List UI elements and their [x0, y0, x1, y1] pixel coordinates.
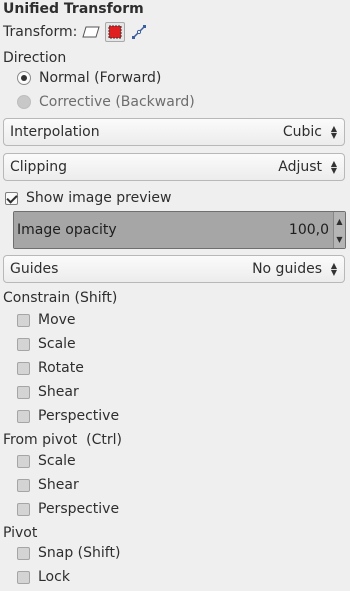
pivot-label: Pivot: [3, 525, 38, 541]
checkbox-unchecked-icon: [17, 546, 30, 560]
guides-value: No guides: [252, 261, 322, 277]
checkbox-checked-icon: [5, 191, 18, 205]
transform-selection-button[interactable]: [105, 22, 126, 42]
clipping-label: Clipping: [10, 159, 67, 175]
direction-label: Direction: [3, 50, 67, 66]
interpolation-value: Cubic: [282, 124, 322, 140]
selection-icon: [108, 25, 122, 39]
checkbox-unchecked-icon: [17, 502, 30, 516]
tool-title: Unified Transform: [3, 1, 144, 17]
from-pivot-shear-label: Shear: [38, 477, 79, 493]
show-image-preview-label: Show image preview: [26, 190, 172, 206]
constrain-rotate-label: Rotate: [38, 360, 84, 376]
constrain-shear-checkbox[interactable]: Shear: [17, 384, 79, 400]
clipping-value: Adjust: [278, 159, 322, 175]
checkbox-unchecked-icon: [17, 385, 30, 399]
from-pivot-perspective-label: Perspective: [38, 501, 120, 517]
constrain-move-label: Move: [38, 312, 76, 328]
constrain-shear-label: Shear: [38, 384, 79, 400]
from-pivot-shear-checkbox[interactable]: Shear: [17, 477, 79, 493]
pivot-snap-label: Snap (Shift): [38, 545, 121, 561]
checkbox-unchecked-icon: [17, 313, 30, 327]
spin-arrows-icon: ▲ ▼: [330, 159, 338, 175]
direction-normal-label: Normal (Forward): [39, 70, 162, 86]
pivot-lock-label: Lock: [38, 569, 70, 585]
guides-label: Guides: [10, 261, 59, 277]
constrain-scale-label: Scale: [38, 336, 76, 352]
checkbox-unchecked-icon: [17, 361, 30, 375]
checkbox-unchecked-icon: [17, 570, 30, 584]
from-pivot-scale-label: Scale: [38, 453, 76, 469]
interpolation-combo[interactable]: Interpolation Cubic ▲ ▼: [3, 118, 345, 146]
pivot-snap-checkbox[interactable]: Snap (Shift): [17, 545, 120, 561]
radio-unselected-icon: [17, 95, 31, 109]
pivot-lock-checkbox[interactable]: Lock: [17, 569, 70, 585]
interpolation-label: Interpolation: [10, 124, 100, 140]
image-opacity-label: Image opacity: [17, 222, 117, 238]
constrain-perspective-label: Perspective: [38, 408, 120, 424]
show-image-preview-checkbox[interactable]: Show image preview: [5, 190, 171, 206]
clipping-combo[interactable]: Clipping Adjust ▲ ▼: [3, 153, 345, 181]
image-opacity-value: 100,0: [288, 222, 329, 238]
direction-normal-radio[interactable]: Normal (Forward): [17, 70, 161, 86]
image-opacity-slider[interactable]: Image opacity 100,0 ▲ ▼: [13, 211, 346, 249]
direction-corrective-radio[interactable]: Corrective (Backward): [17, 94, 195, 110]
checkbox-unchecked-icon: [17, 454, 30, 468]
from-pivot-scale-checkbox[interactable]: Scale: [17, 453, 76, 469]
transform-label: Transform:: [3, 24, 78, 40]
from-pivot-perspective-checkbox[interactable]: Perspective: [17, 501, 119, 517]
constrain-scale-checkbox[interactable]: Scale: [17, 336, 76, 352]
image-opacity-spin-buttons[interactable]: ▲ ▼: [333, 212, 345, 248]
transform-path-button[interactable]: [129, 22, 149, 42]
spin-arrows-icon: ▲ ▼: [330, 261, 338, 277]
transform-layer-button[interactable]: [81, 22, 101, 42]
from-pivot-label: From pivot (Ctrl): [3, 432, 122, 448]
constrain-rotate-checkbox[interactable]: Rotate: [17, 360, 84, 376]
transform-row: Transform:: [3, 22, 153, 42]
checkbox-unchecked-icon: [17, 478, 30, 492]
direction-corrective-label: Corrective (Backward): [39, 94, 195, 110]
layer-icon: [82, 26, 101, 38]
constrain-move-checkbox[interactable]: Move: [17, 312, 76, 328]
guides-combo[interactable]: Guides No guides ▲ ▼: [3, 255, 345, 283]
constrain-perspective-checkbox[interactable]: Perspective: [17, 408, 119, 424]
path-icon: [132, 25, 147, 39]
radio-selected-icon: [17, 71, 31, 85]
constrain-label: Constrain (Shift): [3, 290, 118, 306]
checkbox-unchecked-icon: [17, 409, 30, 423]
checkbox-unchecked-icon: [17, 337, 30, 351]
spin-arrows-icon: ▲ ▼: [330, 124, 338, 140]
